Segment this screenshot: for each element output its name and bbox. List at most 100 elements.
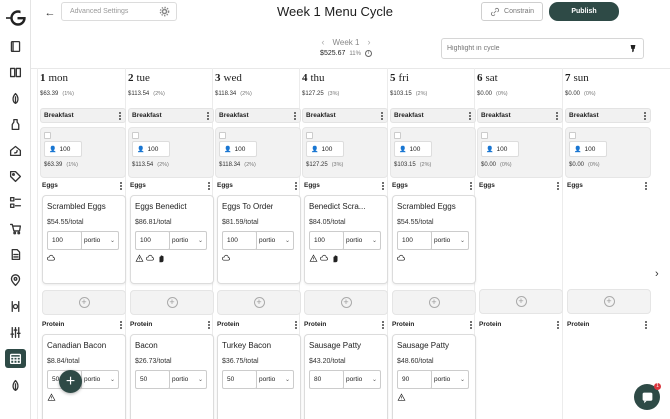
add-item-button[interactable]: + — [42, 290, 126, 315]
tag-icon[interactable] — [6, 167, 24, 185]
select-checkbox[interactable] — [219, 132, 226, 139]
kebab-menu-icon[interactable] — [117, 111, 123, 121]
kebab-menu-icon[interactable] — [293, 181, 299, 191]
meal-section-breakfast[interactable]: Breakfast — [40, 108, 126, 123]
bottle-icon[interactable] — [6, 115, 24, 133]
menu-item-card[interactable]: Eggs To Order $81.59/total 100 portio ⌄ — [217, 195, 301, 284]
quantity-input[interactable]: 100 — [47, 231, 82, 250]
menu-item-card[interactable]: Sausage Patty $48.60/total 90 portio ⌄ — [392, 334, 476, 419]
people-count-input[interactable]: 👤 100 — [306, 141, 344, 157]
menu-item-card[interactable]: Scrambled Eggs $54.55/total 100 portio ⌄ — [392, 195, 476, 284]
kebab-menu-icon[interactable] — [555, 320, 561, 330]
add-item-button[interactable]: + — [304, 290, 388, 315]
kebab-menu-icon[interactable] — [554, 111, 560, 121]
portion-select[interactable]: portio ⌄ — [81, 370, 119, 389]
next-week-icon[interactable]: › — [367, 37, 370, 47]
quantity-input[interactable]: 90 — [397, 370, 432, 389]
menu-item-card[interactable]: Canadian Bacon $8.84/total 50 portio ⌄ — [42, 334, 126, 419]
portion-select[interactable]: portio ⌄ — [343, 231, 381, 250]
calendar-icon[interactable] — [5, 349, 26, 368]
kebab-menu-icon[interactable] — [205, 111, 211, 121]
kebab-menu-icon[interactable] — [642, 111, 648, 121]
sliders-icon[interactable] — [6, 323, 24, 341]
location-icon[interactable] — [6, 271, 24, 289]
kebab-menu-icon[interactable] — [555, 181, 561, 191]
constrain-button[interactable]: Constrain — [481, 2, 543, 21]
quantity-input[interactable]: 100 — [222, 231, 257, 250]
portion-select[interactable]: portio ⌄ — [343, 370, 381, 389]
kebab-menu-icon[interactable] — [468, 181, 474, 191]
kebab-menu-icon[interactable] — [118, 181, 124, 191]
portion-select[interactable]: portio ⌄ — [256, 231, 294, 250]
quantity-input[interactable]: 100 — [135, 231, 170, 250]
portion-select[interactable]: portio ⌄ — [256, 370, 294, 389]
kebab-menu-icon[interactable] — [292, 111, 298, 121]
kebab-menu-icon[interactable] — [118, 320, 124, 330]
meal-section-breakfast[interactable]: Breakfast — [302, 108, 388, 123]
dining-icon[interactable] — [6, 297, 24, 315]
kebab-menu-icon[interactable] — [643, 181, 649, 191]
leaf-icon-2[interactable] — [6, 376, 24, 394]
portion-select[interactable]: portio ⌄ — [81, 231, 119, 250]
add-fab-button[interactable]: + — [59, 370, 82, 393]
kebab-menu-icon[interactable] — [468, 320, 474, 330]
select-checkbox[interactable] — [132, 132, 139, 139]
meal-section-breakfast[interactable]: Breakfast — [128, 108, 214, 123]
portion-select[interactable]: portio ⌄ — [169, 370, 207, 389]
leaf-icon[interactable] — [6, 89, 24, 107]
meal-section-breakfast[interactable]: Breakfast — [215, 108, 301, 123]
menu-item-card[interactable]: Scrambled Eggs $54.55/total 100 portio ⌄ — [42, 195, 126, 284]
meal-section-breakfast[interactable]: Breakfast — [390, 108, 476, 123]
select-checkbox[interactable] — [44, 132, 51, 139]
kebab-menu-icon[interactable] — [380, 320, 386, 330]
people-count-input[interactable]: 👤 100 — [394, 141, 432, 157]
portion-select[interactable]: portio ⌄ — [169, 231, 207, 250]
cart-icon[interactable] — [6, 219, 24, 237]
select-checkbox[interactable] — [569, 132, 576, 139]
menu-item-card[interactable]: Turkey Bacon $36.75/total 50 portio ⌄ — [217, 334, 301, 419]
portion-select[interactable]: portio ⌄ — [431, 231, 469, 250]
chevron-right-icon[interactable]: › — [655, 268, 659, 280]
quantity-input[interactable]: 50 — [222, 370, 257, 389]
select-checkbox[interactable] — [394, 132, 401, 139]
highlight-input[interactable] — [441, 38, 644, 59]
quantity-input[interactable]: 80 — [309, 370, 344, 389]
add-item-button[interactable]: + — [217, 290, 301, 315]
quantity-input[interactable]: 100 — [397, 231, 432, 250]
meal-section-breakfast[interactable]: Breakfast — [477, 108, 563, 123]
publish-button[interactable]: Publish — [549, 2, 619, 21]
kebab-menu-icon[interactable] — [467, 111, 473, 121]
kebab-menu-icon[interactable] — [206, 320, 212, 330]
quantity-input[interactable]: 100 — [309, 231, 344, 250]
menu-item-card[interactable]: Eggs Benedict $86.81/total 100 portio ⌄ — [130, 195, 214, 284]
document-icon[interactable] — [6, 245, 24, 263]
people-count-input[interactable]: 👤 100 — [132, 141, 170, 157]
select-checkbox[interactable] — [481, 132, 488, 139]
house-leaf-icon[interactable] — [6, 141, 24, 159]
select-checkbox[interactable] — [306, 132, 313, 139]
people-count-input[interactable]: 👤 100 — [569, 141, 607, 157]
menu-item-card[interactable]: Sausage Patty $43.20/total 80 portio ⌄ — [304, 334, 388, 419]
meal-section-breakfast[interactable]: Breakfast — [565, 108, 651, 123]
kebab-menu-icon[interactable] — [379, 111, 385, 121]
kebab-menu-icon[interactable] — [293, 320, 299, 330]
quantity-input[interactable]: 50 — [135, 370, 170, 389]
kebab-menu-icon[interactable] — [643, 320, 649, 330]
book-icon[interactable] — [6, 37, 24, 55]
add-item-button[interactable]: + — [567, 289, 651, 314]
add-item-button[interactable]: + — [392, 290, 476, 315]
add-item-button[interactable]: + — [479, 289, 563, 314]
prev-week-icon[interactable]: ‹ — [322, 37, 325, 47]
menu-item-card[interactable]: Benedict Scra... $84.05/total 100 portio… — [304, 195, 388, 284]
kebab-menu-icon[interactable] — [380, 181, 386, 191]
people-count-input[interactable]: 👤 100 — [44, 141, 82, 157]
add-item-button[interactable]: + — [130, 290, 214, 315]
info-icon[interactable]: i — [364, 50, 372, 57]
recipe-book-icon[interactable] — [6, 63, 24, 81]
people-count-input[interactable]: 👤 100 — [481, 141, 519, 157]
highlighter-icon[interactable] — [629, 44, 637, 54]
menu-item-card[interactable]: Bacon $26.73/total 50 portio ⌄ — [130, 334, 214, 419]
portion-select[interactable]: portio ⌄ — [431, 370, 469, 389]
grid-list-icon[interactable] — [6, 193, 24, 211]
people-count-input[interactable]: 👤 100 — [219, 141, 257, 157]
